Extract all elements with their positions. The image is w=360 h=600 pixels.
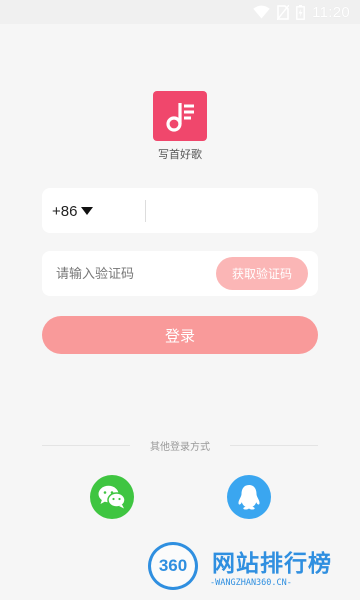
status-time: 11:20 — [312, 3, 350, 21]
watermark-title: 网站排行榜 — [212, 551, 332, 577]
no-sim-icon — [277, 4, 290, 20]
wifi-icon — [253, 5, 270, 19]
watermark-badge-text: 360 — [158, 556, 188, 575]
country-code-label: +86 — [52, 202, 78, 220]
wechat-login-button[interactable] — [90, 475, 134, 519]
login-button[interactable]: 登录 — [42, 316, 318, 354]
other-login-divider: 其他登录方式 — [42, 438, 318, 453]
watermark-badge: 360 — [148, 542, 198, 590]
wechat-icon — [98, 485, 126, 509]
country-code-selector[interactable]: +86 — [52, 200, 94, 222]
phone-field[interactable]: +86 — [42, 188, 318, 233]
verification-code-field: 获取验证码 — [42, 251, 318, 296]
app-logo — [153, 91, 207, 141]
qq-icon — [238, 485, 260, 510]
phone-input[interactable] — [152, 196, 312, 226]
verification-code-input[interactable] — [56, 259, 206, 289]
status-icons: 11:20 — [253, 3, 350, 21]
status-bar: 11:20 — [0, 0, 360, 24]
watermark: 360 网站排行榜 -WANGZHAN360.CN- — [148, 540, 356, 600]
logo-tile — [153, 91, 207, 141]
watermark-subtitle: -WANGZHAN360.CN- — [210, 578, 292, 588]
app-name: 写首好歌 — [158, 148, 202, 161]
caret-down-icon — [81, 207, 94, 215]
qq-login-button[interactable] — [227, 475, 271, 519]
battery-icon — [296, 4, 305, 20]
music-note-icon — [166, 103, 194, 132]
divider-line-right — [230, 445, 318, 446]
phone-divider — [145, 200, 146, 222]
get-code-button[interactable]: 获取验证码 — [216, 257, 308, 290]
